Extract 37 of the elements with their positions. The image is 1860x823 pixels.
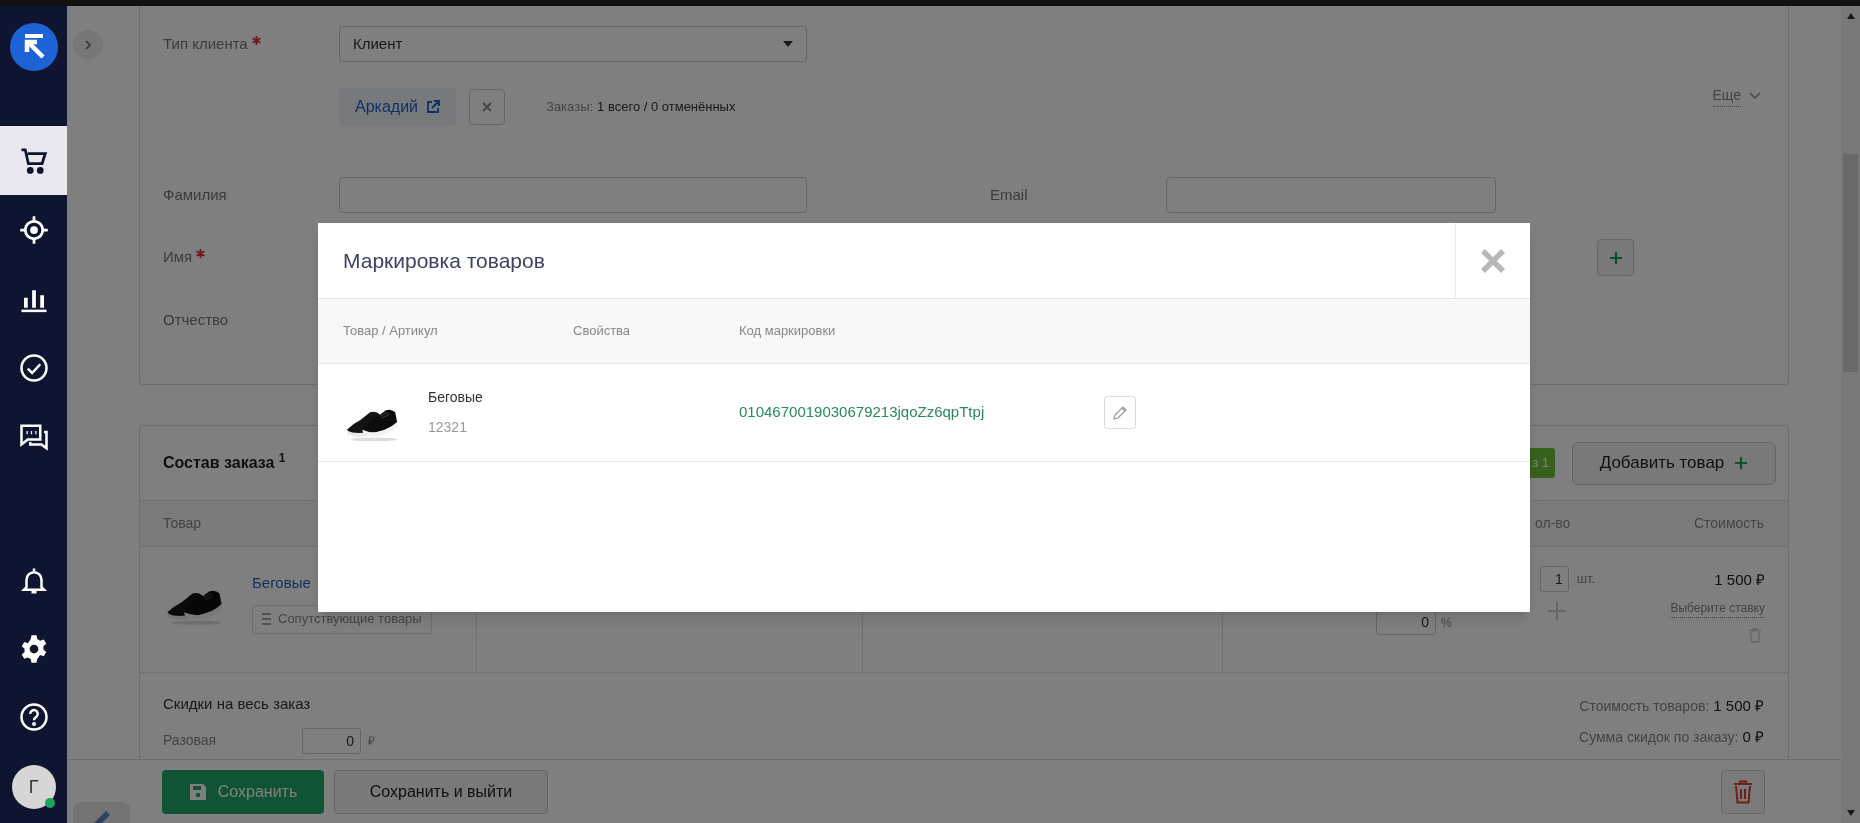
customer-link[interactable]: Аркадий bbox=[339, 88, 457, 126]
quantity-input[interactable]: 1 bbox=[1539, 566, 1569, 592]
total-label: Сумма скидок по заказу: bbox=[1579, 727, 1739, 747]
column-header: Свойства bbox=[573, 322, 632, 341]
column-header: Код маркировки bbox=[739, 322, 836, 341]
section-title: Скидки на весь заказ bbox=[163, 694, 312, 714]
save-and-exit-button[interactable]: Сохранить и выйти bbox=[334, 769, 548, 814]
discount-input[interactable]: 0 bbox=[302, 727, 361, 754]
product-name: Беговые bbox=[428, 388, 484, 407]
modal-title: Маркировка товаров bbox=[343, 247, 545, 274]
product-sku: 12321 bbox=[428, 418, 468, 437]
unit-label: шт. bbox=[1576, 570, 1596, 589]
unit-label: ₽ bbox=[368, 732, 375, 750]
field-label: Разовая bbox=[163, 731, 218, 750]
orders-count: 1 всего / 0 отменённых bbox=[597, 98, 736, 117]
field-label: Тип клиента bbox=[163, 33, 248, 54]
total-label: Стоимость товаров: bbox=[1579, 697, 1710, 716]
field-label: Имя bbox=[163, 247, 193, 268]
field-label: Email bbox=[990, 184, 1028, 205]
marking-code: 0104670019030679213jqoZz6qpTtpj bbox=[739, 402, 986, 423]
total-value: 0 ₽ bbox=[1742, 726, 1764, 747]
field-label: Отчество bbox=[163, 309, 229, 330]
unit-label: % bbox=[1441, 615, 1452, 632]
save-button[interactable]: Сохранить bbox=[162, 769, 324, 814]
product-link[interactable]: Беговые bbox=[252, 572, 311, 595]
add-product-button[interactable]: Добавить товар bbox=[1572, 441, 1776, 485]
price-text: 1 500 ₽ bbox=[1714, 570, 1765, 590]
more-link[interactable]: Еще bbox=[1712, 85, 1761, 107]
avatar[interactable]: Г bbox=[11, 765, 56, 809]
column-header: Товар / Артикул bbox=[343, 322, 439, 341]
client-type-select[interactable]: Клиент bbox=[339, 26, 807, 62]
vat-rate-link[interactable]: Выберите ставку bbox=[1670, 598, 1765, 618]
orders-label: Заказы: bbox=[546, 98, 594, 117]
field-label: Фамилия bbox=[163, 184, 227, 205]
count-badge: з 1 bbox=[1528, 448, 1555, 478]
section-title: Состав заказа $^{1}$ bbox=[163, 451, 286, 473]
total-value: 1 500 ₽ bbox=[1713, 696, 1764, 716]
